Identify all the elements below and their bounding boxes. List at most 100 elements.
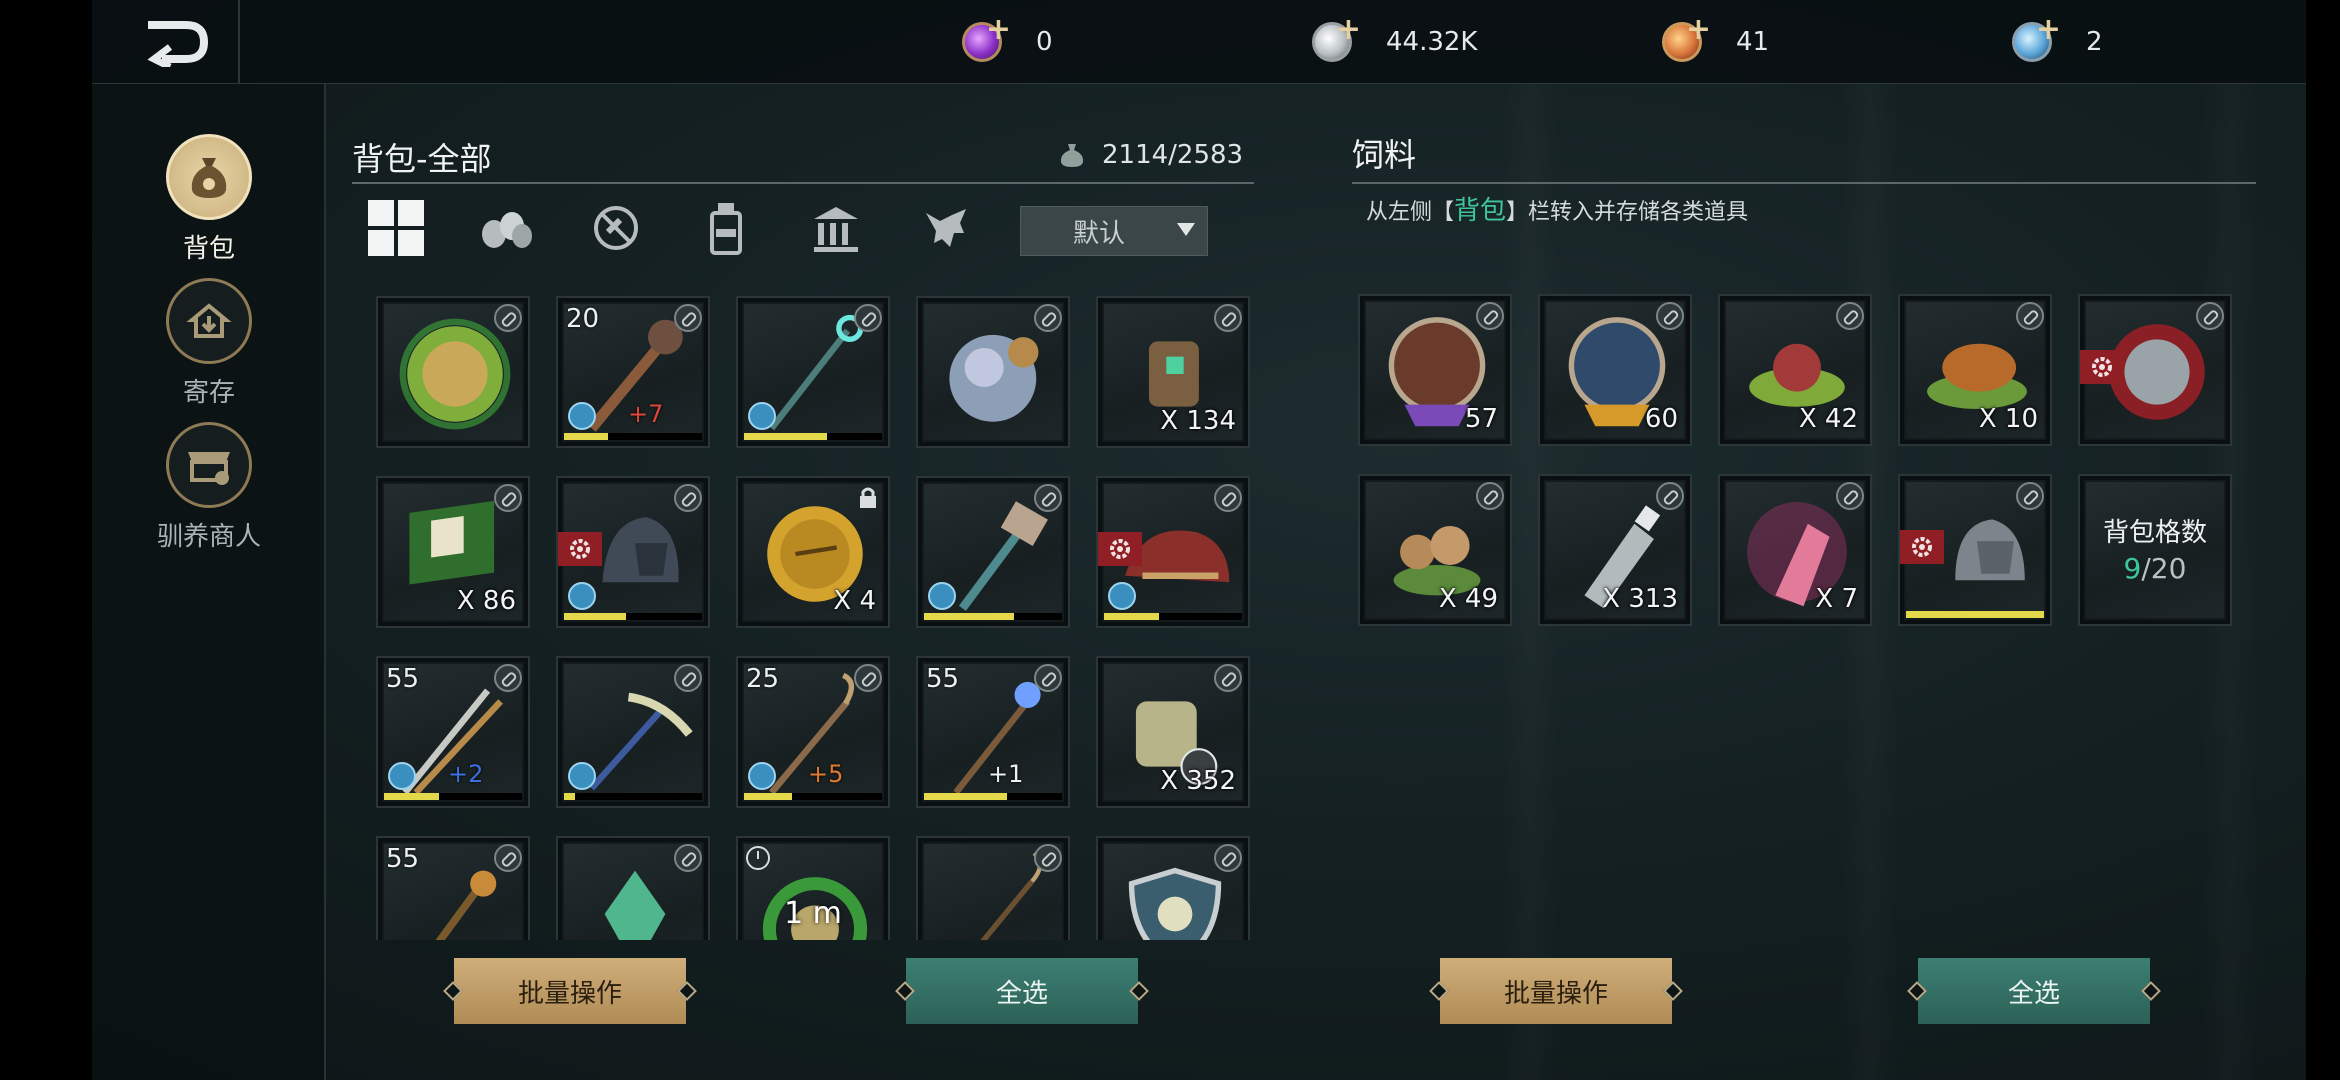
nav-item-bag[interactable]: 背包	[164, 134, 254, 265]
item-slot[interactable]: X 4	[736, 476, 890, 628]
nav-label: 背包	[182, 234, 235, 264]
back-arrow-icon	[147, 21, 209, 67]
currency-value: 41	[1736, 27, 1770, 57]
currency-blue-crystal[interactable]: + 2	[2012, 12, 2103, 72]
durability-fill	[384, 793, 440, 800]
item-slot[interactable]: 25 +5	[736, 656, 890, 808]
item-slot[interactable]	[556, 836, 710, 940]
filter-consumables[interactable]	[694, 196, 758, 260]
purple-gem-icon: +	[962, 15, 1011, 62]
sort-label: 默认	[1073, 218, 1126, 249]
item-slot[interactable]	[556, 656, 710, 808]
sort-dropdown[interactable]: 默认	[1020, 206, 1208, 256]
capacity-value: 2114/2583	[1102, 140, 1244, 170]
durability-bar	[744, 433, 882, 440]
durability-fill	[744, 793, 793, 800]
link-icon	[1476, 482, 1504, 510]
item-slot[interactable]	[2078, 294, 2232, 446]
merchant-shop-icon	[166, 422, 252, 508]
feed-item-grid: 57 60 X 42 X 10 X 49 X 313 X 7 背包格数 9/20	[1358, 294, 2248, 626]
item-slot[interactable]: X 49	[1358, 474, 1512, 626]
potion-bottle-icon	[710, 203, 742, 255]
silver-coin-icon: +	[1312, 15, 1361, 62]
feed-batch-button[interactable]: 批量操作	[1429, 958, 1683, 1024]
item-slot[interactable]: 55 +1	[916, 656, 1070, 808]
item-slot[interactable]: X 7	[1718, 474, 1872, 626]
link-icon	[674, 844, 702, 872]
filter-pets[interactable]	[914, 196, 978, 260]
nav-item-merchant[interactable]: 驯养商人	[157, 422, 261, 553]
filter-materials[interactable]	[474, 196, 538, 260]
item-count: X 7	[1815, 584, 1858, 614]
nav-label: 寄存	[182, 378, 235, 408]
item-slot[interactable]: 55	[376, 836, 530, 940]
item-count: X 352	[1160, 766, 1236, 796]
armor-type-icon	[388, 762, 416, 790]
red-gold-coin-icon: +	[1662, 15, 1711, 62]
item-slot[interactable]: X 10	[1898, 294, 2052, 446]
durability-bar	[384, 793, 522, 800]
item-slot[interactable]	[376, 296, 530, 448]
currency-purple-gem[interactable]: + 0	[962, 12, 1053, 72]
feed-select-all-button[interactable]: 全选	[1907, 958, 2161, 1024]
bag-select-all-button[interactable]: 全选	[895, 958, 1149, 1024]
feed-capacity-box: 背包格数 9/20	[2078, 474, 2232, 626]
item-count: X 10	[1978, 404, 2038, 434]
durability-bar	[744, 793, 882, 800]
bag-batch-button[interactable]: 批量操作	[443, 958, 697, 1024]
link-icon	[1656, 302, 1684, 330]
durability-fill	[924, 793, 1007, 800]
button-label: 全选	[995, 978, 1048, 1009]
item-slot[interactable]: X 352	[1096, 656, 1250, 808]
durability-bar	[564, 433, 702, 440]
item-slot[interactable]: 57	[1358, 294, 1512, 446]
link-icon	[1034, 304, 1062, 332]
item-slot[interactable]	[1898, 474, 2052, 626]
filter-all[interactable]	[364, 196, 428, 260]
filter-no-equipment[interactable]	[584, 196, 648, 260]
item-level: 55	[926, 664, 960, 694]
durability-bar	[924, 793, 1062, 800]
item-slot[interactable]: 55 +2	[376, 656, 530, 808]
item-slot[interactable]: 20 +7	[556, 296, 710, 448]
gear-badge-icon	[2080, 350, 2124, 384]
item-slot[interactable]	[1096, 476, 1250, 628]
item-slot[interactable]: 1 m	[736, 836, 890, 940]
bank-building-icon	[814, 207, 858, 252]
item-slot[interactable]: X 86	[376, 476, 530, 628]
item-slot[interactable]	[556, 476, 710, 628]
durability-fill	[1906, 611, 2044, 618]
bag-icon	[166, 134, 252, 220]
item-slot[interactable]: X 134	[1096, 296, 1250, 448]
item-slot[interactable]: X 42	[1718, 294, 1872, 446]
currency-red-gold-coin[interactable]: + 41	[1662, 12, 1769, 72]
all-grid-icon	[368, 200, 424, 256]
button-label: 全选	[2007, 978, 2060, 1009]
capacity-label: 背包格数	[2102, 518, 2207, 548]
item-count: X 134	[1160, 406, 1236, 436]
enhance-level: +1	[988, 760, 1024, 788]
item-slot[interactable]: X 313	[1538, 474, 1692, 626]
gear-badge-icon	[1900, 530, 1944, 564]
back-button[interactable]	[132, 12, 222, 72]
bag-capacity: 2114/2583	[1058, 140, 1243, 170]
enhance-level: +2	[448, 760, 484, 788]
item-slot[interactable]	[916, 296, 1070, 448]
item-level: 20	[566, 304, 600, 334]
filter-bank[interactable]	[804, 196, 868, 260]
armor-type-icon	[568, 582, 596, 610]
item-slot[interactable]	[1096, 836, 1250, 940]
lock-icon	[860, 487, 876, 508]
currency-silver-coin[interactable]: + 44.32K	[1312, 12, 1477, 72]
item-slot[interactable]	[916, 836, 1070, 940]
item-slot[interactable]	[916, 476, 1070, 628]
link-icon	[2016, 302, 2044, 330]
item-slot[interactable]: 60	[1538, 294, 1692, 446]
item-slot[interactable]	[736, 296, 890, 448]
nav-item-storage[interactable]: 寄存	[164, 278, 254, 409]
button-label: 批量操作	[1503, 978, 1608, 1009]
gear-badge-icon	[558, 532, 602, 566]
durability-fill	[744, 433, 827, 440]
no-equipment-icon	[594, 206, 638, 250]
screen-edge-left	[0, 0, 92, 1080]
